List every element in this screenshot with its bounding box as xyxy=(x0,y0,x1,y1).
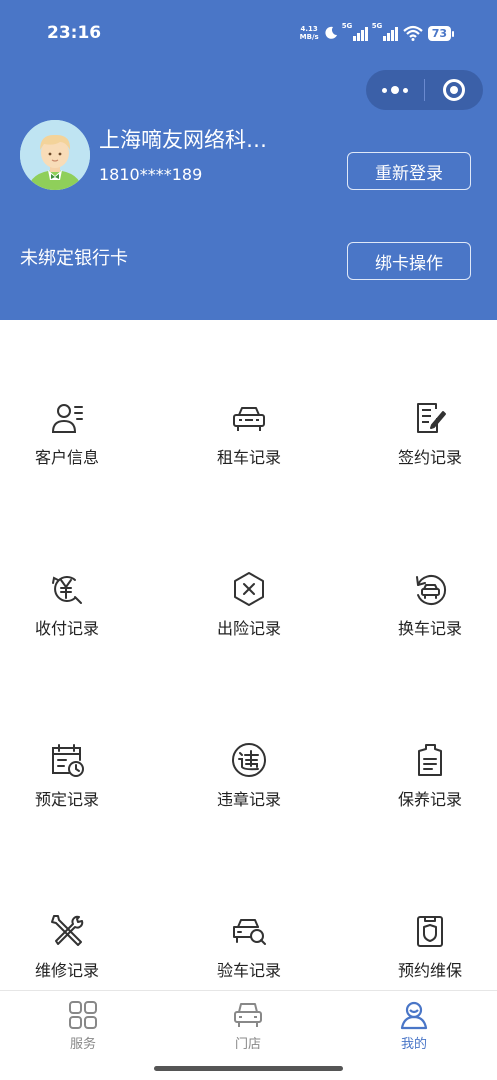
menu-item-booking-record[interactable]: 预定记录 xyxy=(0,742,142,832)
menu-label: 签约记录 xyxy=(397,448,462,467)
battery-icon: 73 xyxy=(427,25,455,41)
miniprogram-capsule xyxy=(366,70,483,110)
menu-item-maintenance-record[interactable]: 保养记录 xyxy=(355,742,497,832)
avatar-illustration-icon xyxy=(20,120,90,190)
more-dots-icon[interactable] xyxy=(366,70,424,110)
close-target-icon[interactable] xyxy=(425,70,483,110)
menu-item-car-swap-record[interactable]: 换车记录 xyxy=(355,571,497,661)
rental-car-icon xyxy=(233,407,265,431)
menu-label: 换车记录 xyxy=(397,619,462,638)
profile-header: 23:16 4.13 MB/s 5G 5G 73 上海嘀友网络科… 1810**… xyxy=(0,0,497,320)
net-speed-value: 4.13 xyxy=(300,25,318,33)
signal-2-label: 5G xyxy=(371,22,383,30)
contract-icon xyxy=(417,403,446,433)
bind-card-button[interactable]: 绑卡操作 xyxy=(347,242,471,280)
menu-label: 验车记录 xyxy=(216,961,281,980)
maintenance-doc-icon xyxy=(418,744,442,776)
user-name: 上海嘀友网络科… xyxy=(99,128,267,152)
home-indicator xyxy=(154,1066,343,1071)
signal-1-icon: 5G xyxy=(341,22,368,41)
relogin-button[interactable]: 重新登录 xyxy=(347,152,471,190)
car-swap-icon xyxy=(416,575,446,605)
menu-label: 保养记录 xyxy=(397,790,462,809)
menu-item-violation-record[interactable]: 违章记录 xyxy=(174,742,324,832)
menu-item-contract-record[interactable]: 签约记录 xyxy=(355,400,497,490)
menu-label: 违章记录 xyxy=(216,790,281,809)
menu-label: 维修记录 xyxy=(34,961,99,980)
grid-icon xyxy=(69,1001,97,1029)
customer-info-icon xyxy=(51,404,83,433)
tab-services[interactable]: 服务 xyxy=(33,999,133,1052)
user-icon xyxy=(400,1001,428,1030)
menu-item-payment-record[interactable]: 收付记录 xyxy=(0,571,142,661)
menu-item-customer-info[interactable]: 客户信息 xyxy=(0,400,142,490)
menu-label: 出险记录 xyxy=(216,619,281,638)
tab-label: 我的 xyxy=(400,1037,427,1052)
status-time: 23:16 xyxy=(47,23,102,43)
accident-icon xyxy=(234,572,264,606)
bank-card-status: 未绑定银行卡 xyxy=(20,248,128,269)
calendar-icon xyxy=(52,744,84,777)
menu-label: 预定记录 xyxy=(34,790,99,809)
status-bar: 23:16 4.13 MB/s 5G 5G 73 xyxy=(0,0,497,64)
menu-label: 租车记录 xyxy=(216,448,281,467)
violation-icon xyxy=(232,743,266,777)
menu-label: 客户信息 xyxy=(34,448,99,467)
store-car-icon xyxy=(234,1003,262,1027)
net-speed: 4.13 MB/s xyxy=(300,25,319,41)
menu-item-rental-record[interactable]: 租车记录 xyxy=(174,400,324,490)
menu-item-accident-record[interactable]: 出险记录 xyxy=(174,571,324,661)
moon-icon xyxy=(325,26,337,39)
menu-label: 预约维保 xyxy=(397,961,462,980)
signal-1-label: 5G xyxy=(341,22,353,30)
menu-label: 收付记录 xyxy=(34,619,99,638)
repair-tools-icon xyxy=(51,915,84,946)
user-phone: 1810****189 xyxy=(99,165,203,184)
tab-label: 服务 xyxy=(69,1037,96,1052)
net-speed-unit: MB/s xyxy=(299,33,319,41)
signal-2-icon: 5G xyxy=(371,22,398,41)
status-icons: 4.13 MB/s 5G 5G 73 xyxy=(300,22,455,44)
avatar xyxy=(20,120,90,190)
car-inspect-icon xyxy=(233,919,266,945)
tab-label: 门店 xyxy=(234,1037,261,1052)
wifi-icon xyxy=(402,25,423,41)
tab-mine[interactable]: 我的 xyxy=(364,999,464,1052)
payment-icon xyxy=(52,576,82,604)
appointment-icon xyxy=(417,916,443,947)
tab-stores[interactable]: 门店 xyxy=(198,999,298,1052)
